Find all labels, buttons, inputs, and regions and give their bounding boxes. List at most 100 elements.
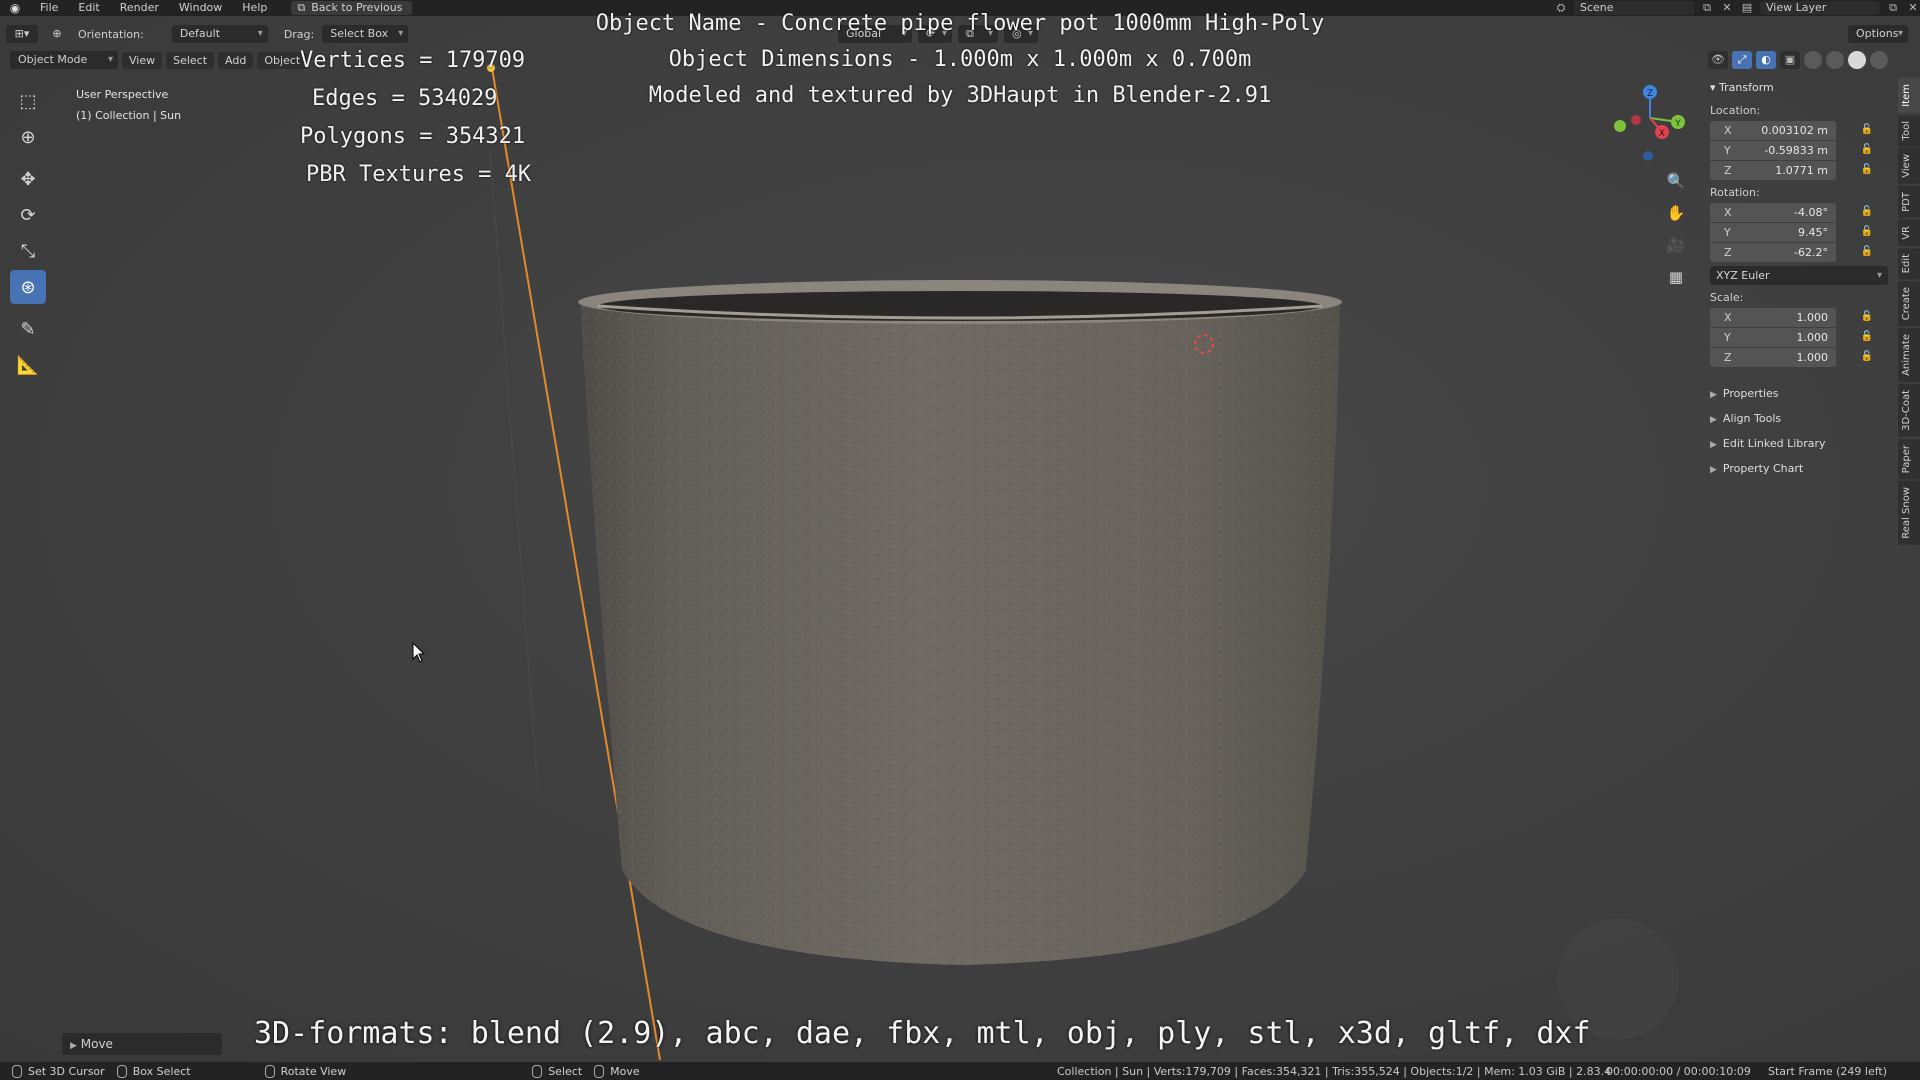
navigation-buttons: 🔍 ✋ 🎥 ▦	[1664, 170, 1688, 288]
location-y-field[interactable]: Y -0.59833 m	[1710, 140, 1836, 160]
menu-window[interactable]: Window	[169, 0, 232, 16]
formats-overlay: 3D-formats: blend (2.9), abc, dae, fbx, …	[254, 1016, 1591, 1051]
move-tool-icon[interactable]: ✥	[10, 162, 46, 196]
perspective-toggle-icon[interactable]: ▦	[1664, 266, 1688, 288]
tab-create[interactable]: Create	[1898, 280, 1920, 327]
visibility-icon[interactable]: 👁	[1708, 51, 1728, 69]
shading-controls: 👁 ⤢ ◐ ▣	[1708, 51, 1888, 69]
pan-hand-icon[interactable]: ✋	[1664, 202, 1688, 224]
delete-scene-icon[interactable]: ✕	[1720, 1, 1734, 15]
lock-icon[interactable]: 🔓	[1860, 310, 1874, 324]
solid-shading-button[interactable]	[1826, 51, 1844, 69]
tab-item[interactable]: Item	[1898, 78, 1920, 113]
location-y-row: Y -0.59833 m 🔓	[1710, 140, 1896, 160]
material-preview-button[interactable]	[1848, 51, 1866, 69]
menu-view[interactable]: View	[122, 51, 163, 69]
overlay-toggle-icon[interactable]: ◐	[1756, 51, 1776, 69]
scale-y-row: Y 1.000 🔓	[1710, 327, 1896, 347]
tab-animate[interactable]: Animate	[1898, 328, 1920, 383]
editor-type-button[interactable]: ⊞▾	[6, 25, 38, 43]
view-name: User Perspective	[76, 88, 169, 101]
select-box-tool-icon[interactable]: ⬚	[10, 84, 46, 118]
lock-icon[interactable]: 🔓	[1860, 205, 1874, 219]
scene-name-field[interactable]: Scene	[1574, 1, 1694, 15]
scene-statistics: Collection | Sun | Verts:179,709 | Faces…	[1057, 1064, 1612, 1078]
cursor-tool-icon[interactable]: ⊕	[10, 120, 46, 154]
menu-help[interactable]: Help	[232, 0, 277, 16]
tab-edit[interactable]: Edit	[1898, 247, 1920, 279]
tab-vr[interactable]: VR	[1898, 219, 1920, 246]
drag-dropdown[interactable]: Select Box	[322, 25, 409, 43]
zoom-icon[interactable]: 🔍	[1664, 170, 1688, 192]
rotation-z-field[interactable]: Z -62.2°	[1710, 242, 1836, 262]
tab-tool[interactable]: Tool	[1898, 114, 1920, 147]
edit-linked-library-panel-header[interactable]: ▶ Edit Linked Library	[1700, 431, 1896, 456]
options-dropdown[interactable]: Options	[1848, 25, 1908, 43]
rotation-mode-dropdown[interactable]: XYZ Euler	[1710, 266, 1888, 285]
svg-text:X: X	[1659, 129, 1665, 139]
tab-view[interactable]: View	[1898, 148, 1920, 184]
timecode: 00:00:00:00 / 00:00:10:09	[1606, 1064, 1751, 1078]
xray-toggle-icon[interactable]: ▣	[1780, 51, 1800, 69]
last-operator-panel[interactable]: ▶ Move	[62, 1033, 222, 1055]
property-chart-panel-header[interactable]: ▶ Property Chart	[1700, 456, 1896, 481]
menu-render[interactable]: Render	[110, 0, 169, 16]
author-line: Modeled and textured by 3DHaupt in Blend…	[648, 83, 1272, 108]
svg-text:Y: Y	[1674, 119, 1681, 129]
lock-icon[interactable]: 🔓	[1860, 245, 1874, 259]
lock-icon[interactable]: 🔓	[1860, 350, 1874, 364]
scale-tool-icon[interactable]: ⤡	[10, 234, 46, 268]
tab-paper[interactable]: Paper	[1898, 438, 1920, 480]
new-scene-icon[interactable]: ⧉	[1700, 1, 1714, 15]
polygons-stat: Polygons = 354321	[300, 124, 526, 149]
scale-z-field[interactable]: Z 1.000	[1710, 347, 1836, 367]
active-tool-icon[interactable]: ⊕	[46, 25, 68, 43]
drag-label: Drag:	[283, 27, 315, 41]
rotation-x-field[interactable]: X -4.08°	[1710, 202, 1836, 222]
transform-tool-icon[interactable]: ⊛	[10, 270, 46, 304]
mode-dropdown[interactable]: Object Mode	[10, 51, 118, 69]
view-layer-icon[interactable]: ▤	[1740, 1, 1754, 15]
blender-logo-icon[interactable]: ◉	[0, 0, 30, 16]
lock-icon[interactable]: 🔓	[1860, 330, 1874, 344]
scale-y-field[interactable]: Y 1.000	[1710, 327, 1836, 347]
location-x-field[interactable]: X 0.003102 m	[1710, 120, 1836, 140]
viewport-header: Object Mode View Select Add Object	[0, 50, 308, 70]
delete-view-layer-icon[interactable]: ✕	[1906, 1, 1920, 15]
light-line-faint	[489, 149, 539, 791]
menu-select[interactable]: Select	[166, 51, 215, 69]
menu-edit[interactable]: Edit	[68, 0, 109, 16]
align-tools-panel-header[interactable]: ▶ Align Tools	[1700, 406, 1896, 431]
rendered-shading-button[interactable]	[1870, 51, 1888, 69]
location-z-field[interactable]: Z 1.0771 m	[1710, 160, 1836, 180]
tab-pdt[interactable]: PDT	[1898, 185, 1920, 218]
orientation-dropdown[interactable]: Default	[171, 25, 268, 43]
tab-real-snow[interactable]: Real Snow	[1898, 481, 1920, 545]
view-layer-field[interactable]: View Layer	[1760, 1, 1880, 15]
navigation-gizmo[interactable]: Z Y X	[1600, 78, 1700, 168]
transform-panel-header[interactable]: ▾ Transform	[1700, 78, 1896, 98]
scene-icon[interactable]: ⛭	[1554, 1, 1568, 15]
measure-tool-icon[interactable]: 📐	[10, 348, 46, 382]
mouse-left-icon	[12, 1064, 22, 1078]
back-to-previous-button[interactable]: ⧉ Back to Previous	[291, 1, 413, 15]
rotate-tool-icon[interactable]: ⟳	[10, 198, 46, 232]
menu-add[interactable]: Add	[218, 51, 254, 69]
viewport-info-text: User Perspective (1) Collection | Sun	[76, 84, 181, 126]
camera-view-icon[interactable]: 🎥	[1664, 234, 1688, 256]
lock-icon[interactable]: 🔓	[1860, 163, 1874, 177]
annotate-tool-icon[interactable]: ✎	[10, 312, 46, 346]
properties-panel-header[interactable]: ▶ Properties	[1700, 381, 1896, 406]
scene-selector-group: ⛭ Scene ⧉ ✕ ▤ View Layer ⧉ ✕	[1554, 0, 1920, 16]
menu-file[interactable]: File	[30, 0, 68, 16]
lock-icon[interactable]: 🔓	[1860, 225, 1874, 239]
lock-icon[interactable]: 🔓	[1860, 123, 1874, 137]
gizmo-toggle-icon[interactable]: ⤢	[1732, 51, 1752, 69]
scale-x-field[interactable]: X 1.000	[1710, 307, 1836, 327]
new-view-layer-icon[interactable]: ⧉	[1886, 1, 1900, 15]
rotation-y-field[interactable]: Y 9.45°	[1710, 222, 1836, 242]
lock-icon[interactable]: 🔓	[1860, 143, 1874, 157]
tab-3d-coat[interactable]: 3D-Coat	[1898, 384, 1920, 437]
scale-z-row: Z 1.000 🔓	[1710, 347, 1896, 367]
wireframe-shading-button[interactable]	[1804, 51, 1822, 69]
